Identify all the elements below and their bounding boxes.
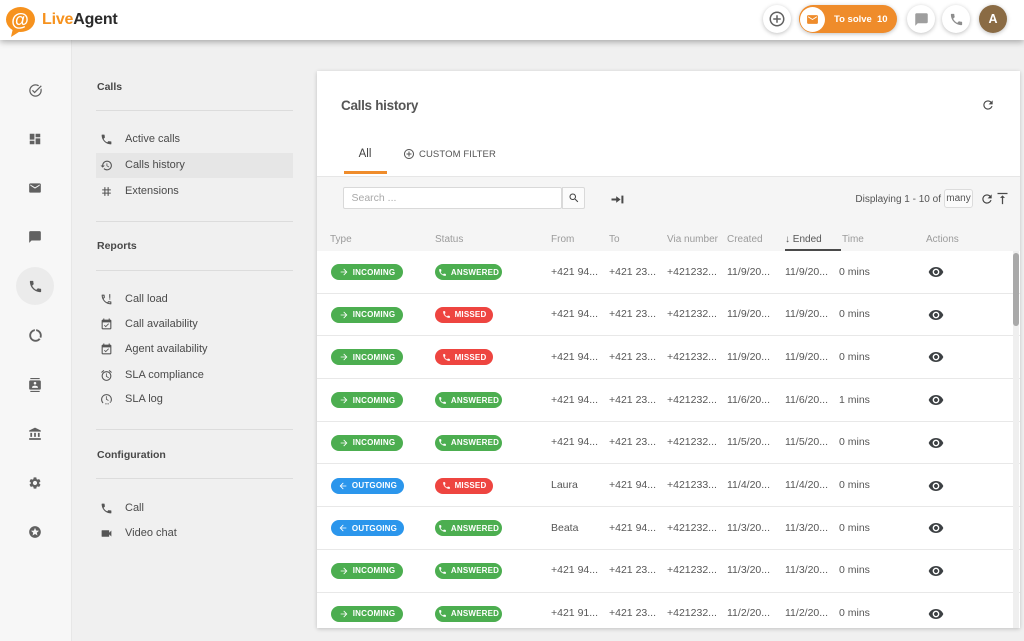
svg-text:@: @: [11, 10, 29, 30]
